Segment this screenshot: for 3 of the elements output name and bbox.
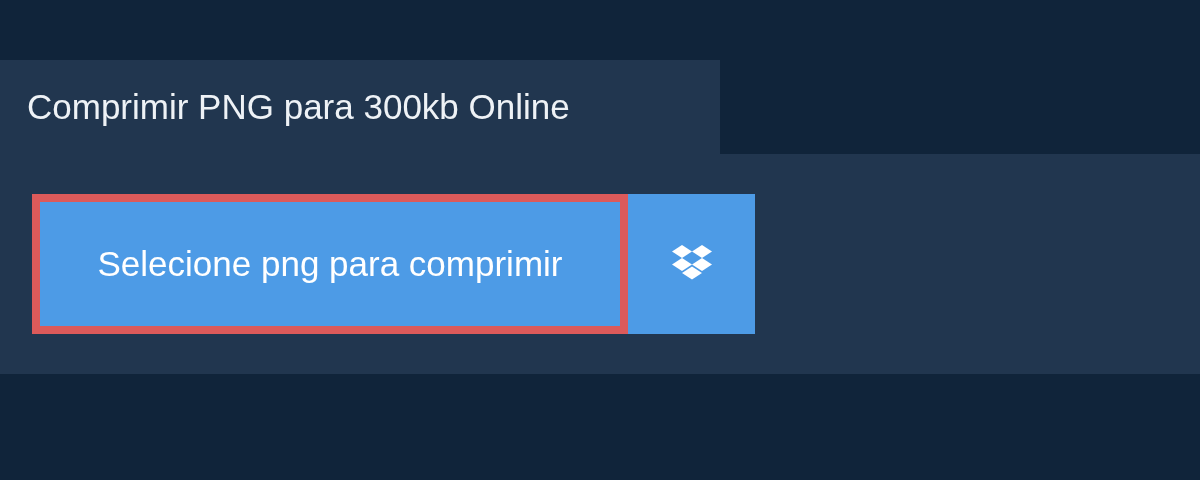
upload-button[interactable]: Selecione png para comprimir	[32, 194, 628, 334]
page-title: Comprimir PNG para 300kb Online	[27, 87, 570, 127]
dropbox-button[interactable]	[628, 194, 755, 334]
